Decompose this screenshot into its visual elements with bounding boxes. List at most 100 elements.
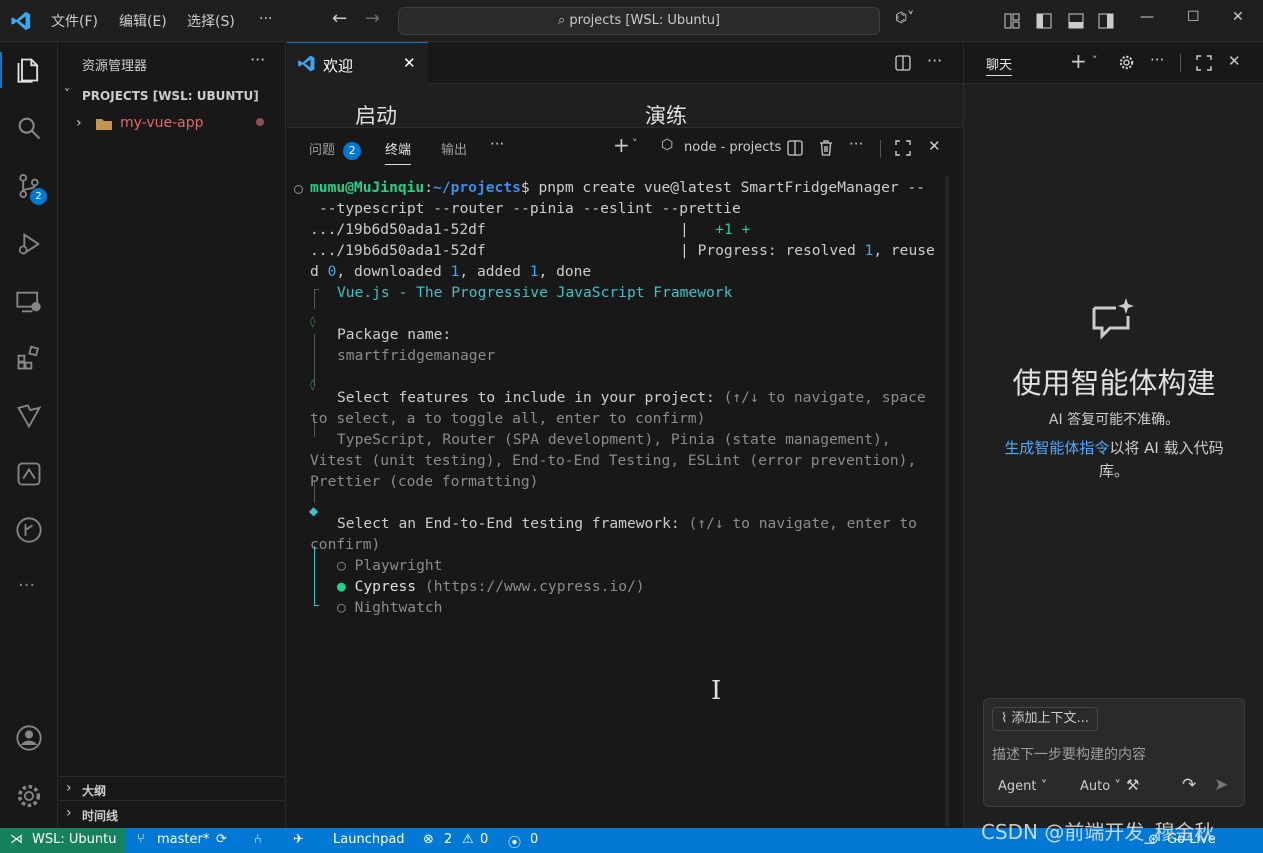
close-panel-icon[interactable]: ✕ (928, 137, 941, 155)
menu-more[interactable]: ··· (259, 11, 272, 27)
selected-features: TypeScript, Router (SPA development), Pi… (337, 431, 891, 448)
toggle-secondary-sidebar-icon[interactable] (1098, 13, 1114, 29)
chat-input-placeholder[interactable]: 描述下一步要构建的内容 (992, 744, 1146, 764)
toggle-panel-icon[interactable] (1068, 13, 1084, 29)
panel-tab-terminal[interactable]: 终端 (385, 139, 412, 165)
add-context-button[interactable]: ⌇ 添加上下文... (992, 707, 1098, 731)
terminal-more-icon[interactable]: ··· (849, 135, 863, 153)
ports-icon[interactable]: ⦿ (508, 832, 521, 851)
error-icon[interactable]: ⊗ (423, 832, 434, 847)
toggle-sidebar-icon[interactable] (1036, 13, 1052, 29)
prompt-path: ~/projects (433, 179, 521, 196)
split-terminal-icon[interactable] (787, 140, 803, 156)
title-bar: 文件(F) 编辑(E) 选择(S) ··· ← → ⌕ projects [WS… (0, 0, 1263, 42)
tab-chat[interactable]: 聊天 (986, 54, 1013, 76)
terminal-output[interactable]: mumu@MuJinqiu:~/projects$ pnpm create vu… (287, 176, 947, 826)
editor-area: 欢迎 ✕ ··· 启动 演练 问题 2 终端 输出 ··· + ˅ ⬡ node… (287, 42, 963, 828)
menu-selection[interactable]: 选择(S) (187, 11, 235, 31)
remote-indicator[interactable]: ⋊ WSL: Ubuntu (0, 828, 125, 853)
command-center[interactable]: ⌕ projects [WSL: Ubuntu] (398, 7, 880, 35)
t: d (310, 263, 328, 280)
new-terminal-icon[interactable]: + (613, 133, 630, 157)
timeline-section[interactable]: › 时间线 (58, 800, 286, 826)
terminal-scrollbar[interactable] (945, 176, 949, 826)
terminal-label: 终端 (385, 143, 412, 158)
chevron-down-icon[interactable]: ˅ (632, 137, 638, 150)
explorer-icon[interactable] (15, 56, 43, 84)
split-editor-icon[interactable] (895, 55, 911, 71)
panel-more-icon[interactable]: ··· (490, 135, 504, 153)
t: Select an End-to-End testing framework: (337, 515, 680, 532)
menu-file[interactable]: 文件(F) (51, 11, 98, 31)
chat-input-box[interactable]: ⌇ 添加上下文... 描述下一步要构建的内容 Agent ˅ Auto ˅ ⚒ … (983, 698, 1245, 807)
git-graph-status-icon[interactable]: ⑃ (254, 832, 262, 847)
panel-tab-problems[interactable]: 问题 2 (309, 139, 362, 161)
settings-gear-icon[interactable] (15, 782, 43, 810)
t: Cypress (354, 578, 417, 595)
panel-tab-output[interactable]: 输出 (441, 139, 467, 158)
terminal-line: to select, a to toggle all, enter to con… (310, 410, 706, 427)
back-arrow-icon[interactable]: ← (332, 8, 347, 29)
launchpad-label[interactable]: Launchpad (333, 832, 405, 847)
accounts-icon[interactable] (15, 724, 43, 752)
outline-title: 大纲 (82, 784, 107, 798)
close-window-icon[interactable]: ✕ (1232, 9, 1244, 25)
branch-icon[interactable]: ⑂ (137, 832, 145, 847)
run-debug-icon[interactable] (15, 230, 43, 258)
more-views-icon[interactable]: ··· (18, 575, 35, 596)
close-tab-icon[interactable]: ✕ (403, 54, 416, 72)
tree-item-my-vue-app[interactable]: › my-vue-app (58, 113, 286, 135)
chat-settings-gear-icon[interactable] (1118, 54, 1135, 71)
welcome-start-heading: 启动 (355, 104, 397, 128)
warning-icon[interactable]: ⚠ (462, 832, 474, 847)
chat-more-icon[interactable]: ··· (1150, 51, 1164, 69)
testing-icon[interactable] (15, 460, 43, 488)
source-control-badge: 2 (30, 188, 47, 205)
menu-edit[interactable]: 编辑(E) (119, 11, 167, 31)
customize-layout-icon[interactable] (1004, 13, 1020, 29)
sidebar-more-icon[interactable]: ··· (250, 50, 265, 69)
forward-arrow-icon[interactable]: → (365, 8, 380, 29)
terminal-line: confirm) (310, 536, 381, 553)
outline-section[interactable]: › 大纲 (58, 776, 286, 800)
search-icon: ⌕ (557, 13, 566, 28)
tools-icon[interactable]: ⚒ (1126, 776, 1139, 794)
maximize-panel-icon[interactable] (895, 140, 911, 156)
trash-icon[interactable] (818, 139, 834, 156)
t: Select features to include in your proje… (337, 389, 715, 406)
terminal-name[interactable]: node - projects (684, 140, 781, 155)
generate-instructions-link[interactable]: 生成智能体指令 (1004, 439, 1109, 457)
remote-explorer-icon[interactable] (15, 288, 43, 316)
search-activity-icon[interactable] (15, 114, 43, 142)
editor-more-icon[interactable]: ··· (927, 51, 942, 70)
redo-arrow-icon[interactable]: ↷ (1182, 775, 1196, 795)
send-icon[interactable]: ➤ (1214, 775, 1228, 795)
text-cursor-icon: I (711, 676, 722, 706)
watermark: CSDN @前端开发_穆金秋 (981, 820, 1215, 844)
agent-mode-dropdown[interactable]: Agent ˅ (998, 779, 1047, 794)
diamond-active-icon: ◆ (309, 504, 319, 518)
vite-icon[interactable] (15, 402, 43, 430)
git-graph-icon[interactable] (15, 516, 43, 544)
ports-count[interactable]: 0 (530, 832, 538, 847)
projects-section-header[interactable]: ˅ PROJECTS [WSL: UBUNTU] (58, 86, 286, 108)
copilot-icon[interactable]: ⌬˅ (895, 10, 914, 26)
model-dropdown[interactable]: Auto ˅ (1080, 779, 1121, 794)
chevron-down-icon[interactable]: ˅ (1092, 54, 1098, 67)
new-chat-icon[interactable]: + (1070, 49, 1087, 73)
progress-num: 1 (864, 242, 874, 259)
welcome-walkthrough-heading: 演练 (645, 104, 687, 128)
minimize-icon[interactable]: — (1140, 9, 1154, 25)
tab-welcome[interactable]: 欢迎 ✕ (287, 42, 428, 84)
option-cypress: ● Cypress (https://www.cypress.io/) (337, 578, 645, 595)
maximize-chat-icon[interactable] (1196, 55, 1212, 71)
sync-icon[interactable]: ⟳ (216, 832, 227, 847)
branch-label[interactable]: master* (157, 832, 209, 847)
maximize-icon[interactable]: ☐ (1187, 9, 1200, 25)
close-chat-icon[interactable]: ✕ (1228, 52, 1241, 70)
warning-count[interactable]: 0 (480, 832, 488, 847)
launchpad-icon[interactable]: ✈ (293, 832, 304, 847)
vue-banner: Vue.js - The Progressive JavaScript Fram… (337, 284, 733, 301)
error-count[interactable]: 2 (444, 832, 452, 847)
extensions-icon[interactable] (15, 344, 43, 372)
